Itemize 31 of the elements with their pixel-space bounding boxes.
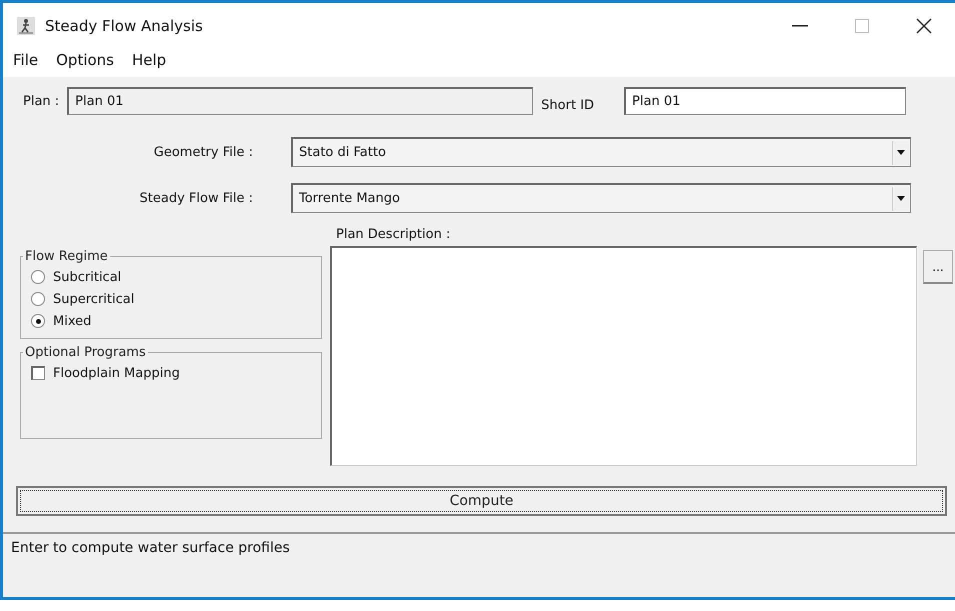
plan-description-field[interactable] [330,246,917,466]
radio-label: Subcritical [53,270,122,284]
radio-label: Supercritical [53,292,134,306]
radio-label: Mixed [53,314,92,328]
minimize-icon[interactable] [792,25,808,27]
radio-button[interactable] [31,292,45,306]
group-title: Optional Programs [24,345,147,360]
window-title: Steady Flow Analysis [45,17,204,35]
plan-label: Plan : [23,94,60,108]
file-dropdown[interactable]: Torrente Mango [291,183,911,213]
short-id-label: Short ID [541,98,594,112]
plan-field[interactable]: Plan 01 [67,87,534,115]
browse-button[interactable]: ... [923,250,953,284]
short-id-field[interactable]: Plan 01 [624,87,906,115]
menu-item[interactable]: Help [130,51,168,69]
dropdown-arrow-icon [897,150,905,155]
checkbox[interactable] [31,366,45,380]
runner-icon [17,17,35,35]
dropdown-label: Geometry File : [152,144,254,160]
dropdown-arrow-icon [897,196,905,201]
radio-button[interactable] [31,314,45,328]
radio-button[interactable] [31,270,45,284]
menu-item[interactable]: File [11,51,40,69]
plan-description-label: Plan Description : [336,227,452,242]
close-icon[interactable] [916,18,932,34]
file-dropdown[interactable]: Stato di Fatto [291,137,911,167]
checkbox-label: Floodplain Mapping [53,366,180,380]
group-title: Flow Regime [24,249,109,264]
menu-item[interactable]: Options [54,51,116,69]
compute-button[interactable]: Compute [16,486,947,516]
dropdown-label: Steady Flow File : [138,190,254,206]
